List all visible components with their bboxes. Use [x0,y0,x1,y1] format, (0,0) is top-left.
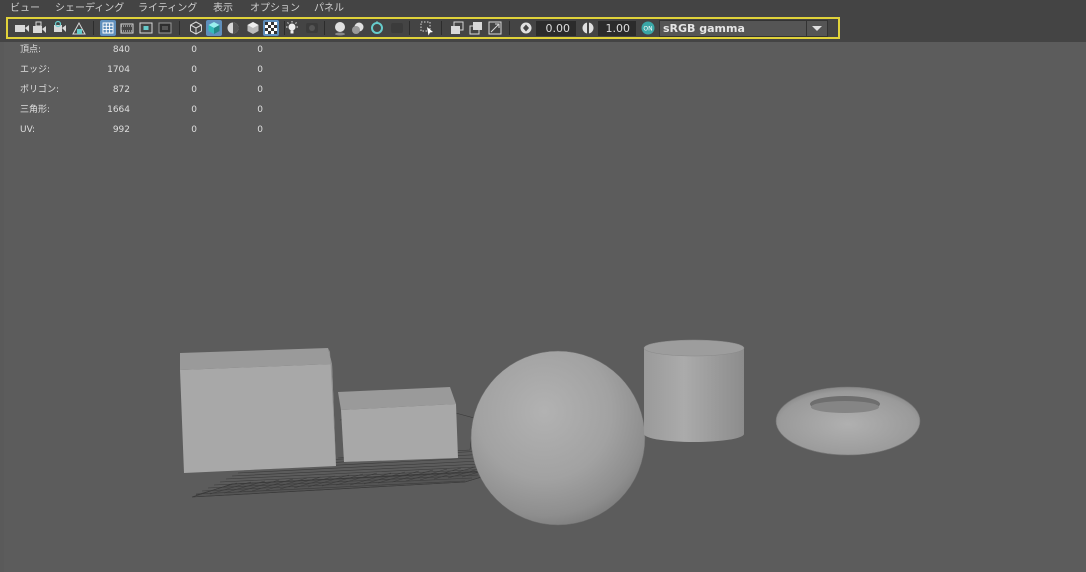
hud-label-vertices: 頂点: [20,45,42,55]
toolbar-highlight-frame [6,17,840,39]
hud-label-edges: エッジ: [20,65,51,75]
3d-viewport[interactable] [4,42,1086,572]
hud-label-uvs: UV: [20,125,36,135]
menu-show[interactable]: 表示 [213,3,233,15]
hud-value: 0 [257,45,263,55]
hud-value: 0 [257,65,263,75]
hud-value: 0 [191,45,197,55]
hud-value: 0 [191,125,197,135]
hud-value: 0 [257,85,263,95]
menu-shading[interactable]: シェーディング [55,3,124,15]
menu-view[interactable]: ビュー [10,3,40,15]
hud-value: 1704 [107,65,130,75]
hud-value: 0 [191,105,197,115]
hud-value: 992 [112,125,130,135]
hud-value: 0 [191,65,197,75]
hud-value: 0 [257,125,263,135]
hud-label-polygons: ポリゴン: [20,85,60,95]
hud-value: 0 [257,105,263,115]
hud-label-triangles: 三角形: [20,105,51,115]
menu-options[interactable]: オプション [250,3,300,15]
menu-lighting[interactable]: ライティング [138,3,197,15]
menu-panels[interactable]: パネル [314,3,344,15]
hud-value: 840 [112,45,130,55]
viewport-menubar: ビュー シェーディング ライティング 表示 オプション パネル [0,0,1086,16]
hud-value: 1664 [107,105,130,115]
hud-value: 872 [112,85,130,95]
hud-value: 0 [191,85,197,95]
